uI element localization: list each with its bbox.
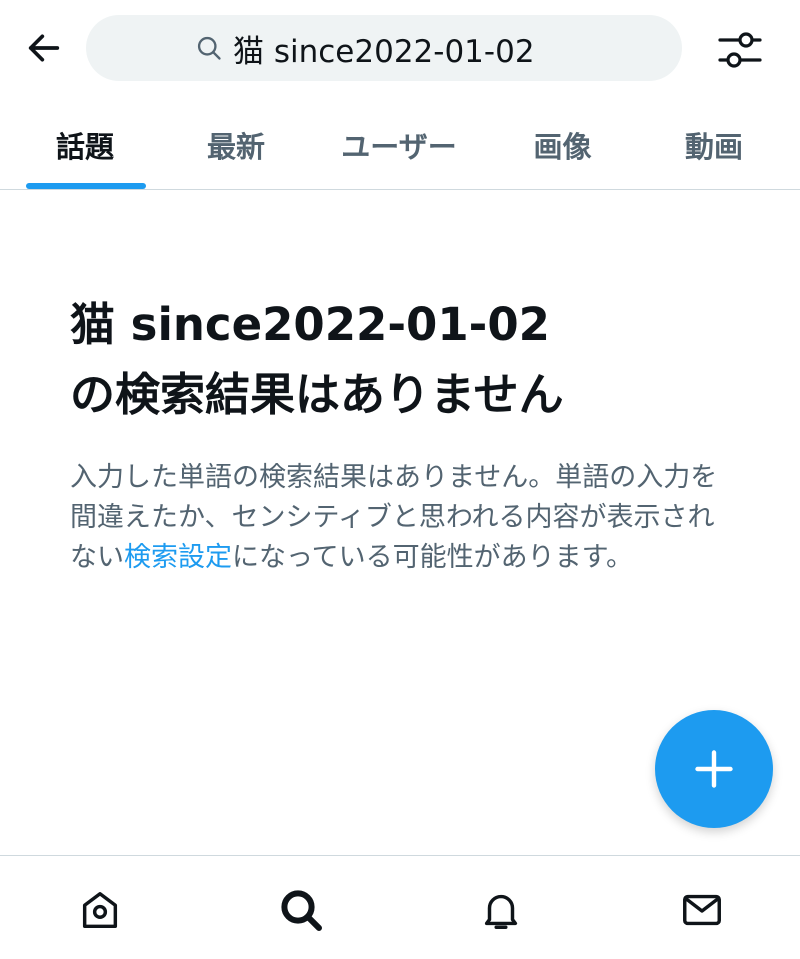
nav-messages[interactable]: [674, 882, 730, 938]
plus-icon: [695, 750, 733, 788]
tab-latest[interactable]: 最新: [160, 100, 312, 189]
active-tab-indicator: [26, 183, 146, 189]
tab-images[interactable]: 画像: [490, 100, 635, 189]
tab-videos[interactable]: 動画: [640, 100, 788, 189]
empty-state-title-line1: 猫 since2022-01-02: [70, 298, 550, 351]
search-icon: [195, 33, 225, 63]
search-settings-link[interactable]: 検索設定: [124, 542, 232, 573]
compose-tweet-button[interactable]: [655, 710, 773, 828]
top-bar: [0, 0, 800, 100]
empty-state-description: 入力した単語の検索結果はありません。単語の入力を間違えたか、センシティブと思われ…: [70, 458, 736, 578]
search-icon: [281, 890, 322, 931]
back-button[interactable]: [18, 22, 70, 74]
nav-home[interactable]: [72, 882, 128, 938]
nav-notifications[interactable]: [473, 882, 529, 938]
search-box[interactable]: [86, 15, 682, 81]
empty-state-desc-text-end: になっている可能性があります。: [232, 542, 633, 573]
nav-search[interactable]: [273, 882, 329, 938]
search-input[interactable]: [233, 30, 573, 66]
arrow-left-icon: [28, 34, 60, 62]
bell-icon: [484, 894, 518, 929]
sliders-icon: [718, 32, 762, 68]
empty-state-title-line2: の検索結果はありません: [70, 368, 564, 421]
empty-state-title: 猫 since2022-01-02 の検索結果はありません: [70, 290, 770, 430]
bottom-navigation: [0, 855, 800, 959]
mail-icon: [683, 894, 721, 926]
tab-users[interactable]: ユーザー: [320, 100, 478, 189]
tab-top[interactable]: 話題: [0, 100, 170, 189]
home-icon: [82, 891, 118, 929]
search-filter-button[interactable]: [712, 22, 768, 78]
search-tabs: 話題 最新 ユーザー 画像 動画: [0, 100, 800, 190]
